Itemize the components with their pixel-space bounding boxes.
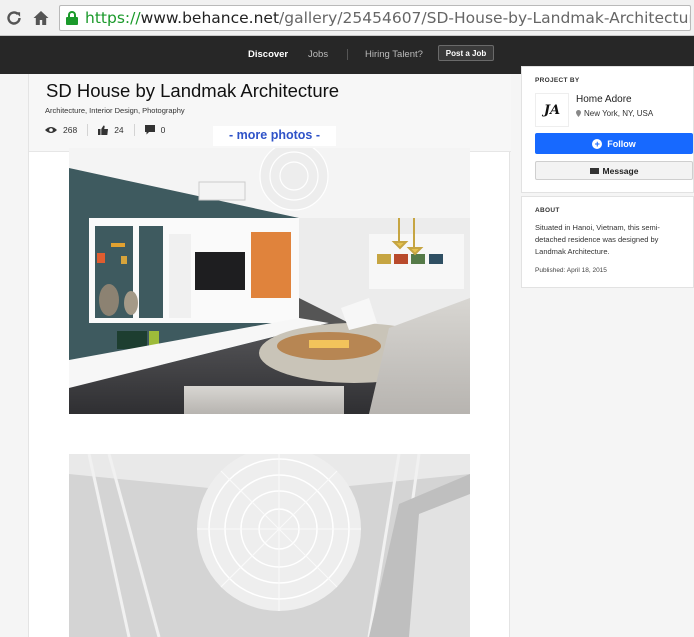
views-stat: 268 bbox=[45, 125, 77, 135]
message-label: Message bbox=[602, 165, 639, 176]
follow-button[interactable]: + Follow bbox=[535, 133, 693, 154]
published-date: Published: April 18, 2015 bbox=[535, 267, 607, 274]
pendant-lamp-image bbox=[69, 454, 470, 637]
nav-divider bbox=[347, 49, 348, 60]
thumbs-up-icon bbox=[98, 125, 109, 135]
living-room-image bbox=[69, 148, 470, 414]
nav-jobs[interactable]: Jobs bbox=[308, 49, 328, 60]
project-owner-card: PROJECT BY JA Home Adore New York, NY, U… bbox=[521, 66, 694, 193]
follow-label: Follow bbox=[607, 138, 636, 149]
location-pin-icon bbox=[576, 110, 581, 117]
url-scheme: https:// bbox=[85, 9, 141, 27]
nav-discover[interactable]: Discover bbox=[248, 49, 288, 60]
project-fields[interactable]: Architecture, Interior Design, Photograp… bbox=[45, 106, 185, 115]
stat-divider bbox=[133, 124, 135, 136]
plus-icon: + bbox=[592, 138, 603, 149]
lock-icon bbox=[66, 11, 78, 25]
views-count: 268 bbox=[63, 125, 78, 135]
eye-icon bbox=[45, 127, 57, 133]
more-photos-link[interactable]: - more photos - bbox=[213, 126, 336, 146]
address-bar[interactable]: https://www.behance.net/gallery/25454607… bbox=[59, 5, 691, 31]
post-job-button[interactable]: Post a Job bbox=[438, 45, 494, 61]
project-image-pendant-lamp[interactable] bbox=[69, 454, 470, 637]
comments-stat[interactable]: 0 bbox=[144, 125, 166, 135]
envelope-icon bbox=[589, 167, 599, 174]
url-path: /gallery/25454607/SD-House-by-Landmak-Ar… bbox=[279, 9, 691, 27]
owner-name[interactable]: Home Adore bbox=[576, 94, 632, 105]
message-button[interactable]: Message bbox=[535, 161, 693, 180]
project-stats: 268 24 0 bbox=[45, 123, 165, 137]
reload-icon[interactable] bbox=[3, 7, 25, 29]
about-description: Situated in Hanoi, Vietnam, this semi-de… bbox=[535, 223, 660, 256]
nav-hiring-talent[interactable]: Hiring Talent? bbox=[365, 49, 423, 60]
appreciations-stat[interactable]: 24 bbox=[98, 125, 124, 135]
url-host: www.behance.net bbox=[140, 9, 280, 27]
comments-count: 0 bbox=[160, 125, 166, 135]
home-icon[interactable] bbox=[30, 7, 52, 29]
project-by-label: PROJECT BY bbox=[535, 77, 580, 84]
browser-toolbar: https://www.behance.net/gallery/25454607… bbox=[0, 0, 694, 36]
owner-location: New York, NY, USA bbox=[576, 109, 653, 118]
stat-divider bbox=[87, 124, 89, 136]
owner-location-text: New York, NY, USA bbox=[584, 109, 654, 118]
comment-icon bbox=[144, 125, 155, 135]
about-label: ABOUT bbox=[535, 207, 560, 214]
project-image-living-room[interactable] bbox=[69, 148, 470, 414]
about-card: ABOUT Situated in Hanoi, Vietnam, this s… bbox=[521, 196, 694, 288]
owner-avatar[interactable]: JA bbox=[535, 93, 569, 127]
project-panel: SD House by Landmak Architecture Archite… bbox=[28, 74, 511, 637]
project-title: SD House by Landmak Architecture bbox=[46, 80, 340, 101]
appreciations-count: 24 bbox=[114, 125, 124, 135]
